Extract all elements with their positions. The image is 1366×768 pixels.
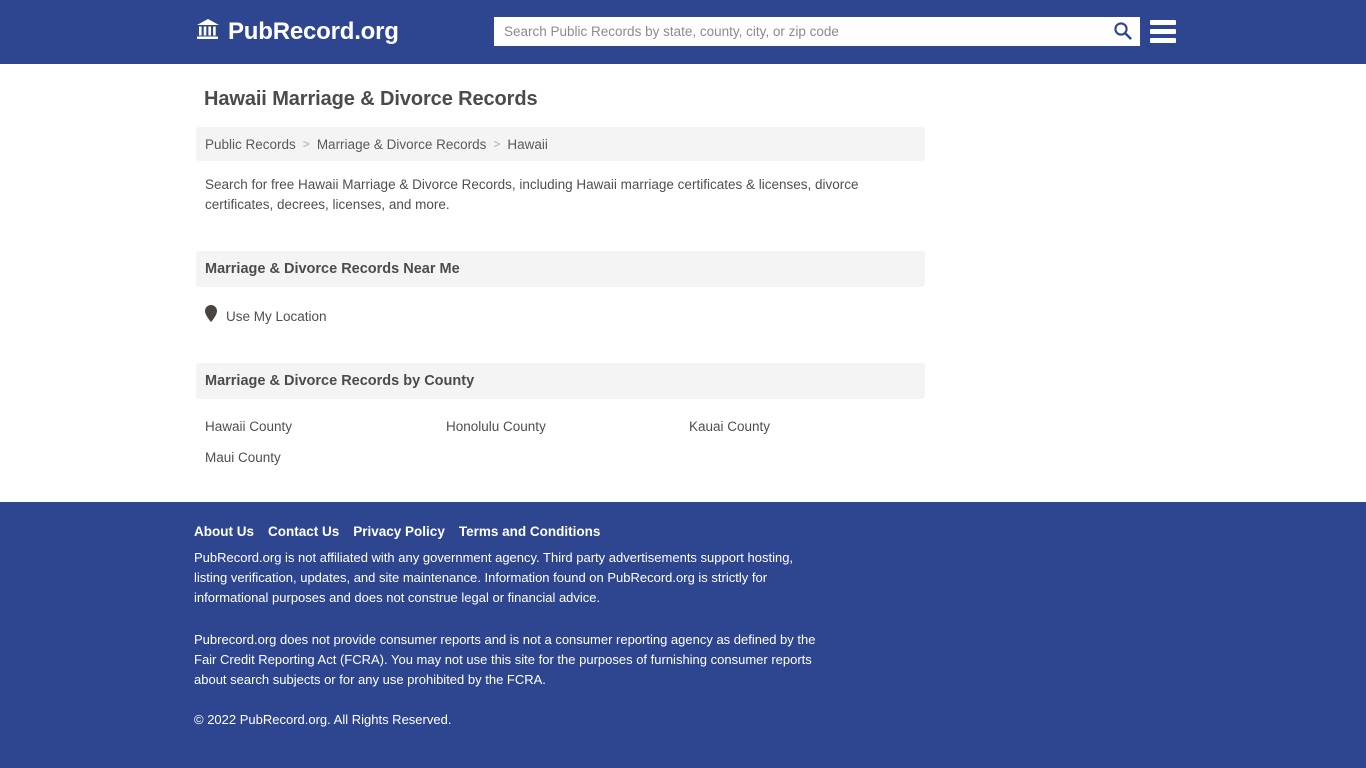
footer-link-contact-us[interactable]: Contact Us: [268, 524, 339, 539]
site-header: PubRecord.org: [0, 0, 1366, 64]
breadcrumb-item-public-records[interactable]: Public Records: [205, 137, 296, 152]
section-header-near-me: Marriage & Divorce Records Near Me: [196, 251, 925, 287]
breadcrumb-separator: >: [302, 137, 310, 151]
county-link-kauai[interactable]: Kauai County: [689, 419, 770, 434]
bank-institution-icon: [196, 18, 220, 47]
footer-link-terms-and-conditions[interactable]: Terms and Conditions: [459, 524, 601, 539]
footer-copyright: © 2022 PubRecord.org. All Rights Reserve…: [194, 712, 452, 727]
footer-link-privacy-policy[interactable]: Privacy Policy: [353, 524, 445, 539]
main-content: Hawaii Marriage & Divorce Records Public…: [0, 64, 1366, 502]
search-icon: [1113, 21, 1132, 43]
footer-disclaimer-affiliation: PubRecord.org is not affiliated with any…: [194, 550, 794, 605]
use-my-location-button[interactable]: Use My Location: [196, 287, 336, 327]
section-header-by-county: Marriage & Divorce Records by County: [196, 363, 925, 399]
county-link-hawaii[interactable]: Hawaii County: [205, 419, 292, 434]
map-pin-icon: [205, 305, 217, 327]
search-bar[interactable]: [494, 17, 1140, 46]
search-input[interactable]: [494, 17, 1104, 46]
footer-disclaimer-fcra: Pubrecord.org does not provide consumer …: [194, 632, 816, 687]
footer-links: About Us Contact Us Privacy Policy Terms…: [194, 524, 844, 539]
breadcrumb: Public Records > Marriage & Divorce Reco…: [196, 127, 925, 161]
page-description: Search for free Hawaii Marriage & Divorc…: [205, 177, 859, 212]
breadcrumb-item-hawaii: Hawaii: [507, 136, 548, 152]
header-logo[interactable]: PubRecord.org: [196, 18, 399, 47]
county-list: Hawaii County Honolulu County Kauai Coun…: [196, 399, 926, 465]
header-logo-text: PubRecord.org: [228, 18, 399, 45]
breadcrumb-item-marriage-divorce-records[interactable]: Marriage & Divorce Records: [317, 137, 487, 152]
footer-link-about-us[interactable]: About Us: [194, 524, 254, 539]
page-title: Hawaii Marriage & Divorce Records: [204, 88, 538, 110]
county-link-honolulu[interactable]: Honolulu County: [446, 419, 546, 434]
county-link-maui[interactable]: Maui County: [205, 450, 281, 465]
breadcrumb-separator: >: [493, 137, 501, 151]
footer-content: About Us Contact Us Privacy Policy Terms…: [194, 524, 844, 727]
content-container: Hawaii Marriage & Divorce Records Public…: [196, 88, 926, 465]
hamburger-menu-icon[interactable]: [1150, 18, 1176, 45]
site-footer: About Us Contact Us Privacy Policy Terms…: [0, 502, 1366, 768]
search-button[interactable]: [1104, 17, 1140, 46]
use-my-location-label: Use My Location: [226, 308, 327, 324]
